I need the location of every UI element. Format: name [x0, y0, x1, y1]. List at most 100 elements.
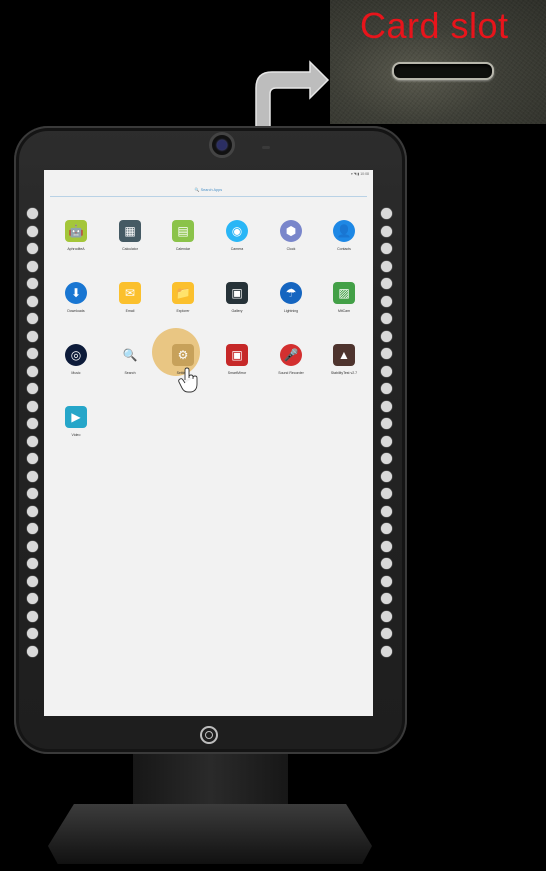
home-button[interactable]: [200, 726, 218, 744]
app-label: MtiCam: [337, 309, 351, 313]
card-slot-inset: Card slot: [330, 0, 546, 124]
app-calculator[interactable]: ▦ Calculator: [105, 220, 155, 251]
led-light: [27, 540, 38, 552]
led-strip-left: [27, 208, 38, 657]
led-light: [381, 418, 392, 429]
led-light: [381, 400, 392, 412]
led-light: [381, 453, 392, 464]
app-downloads[interactable]: ⬇ Downloads: [51, 282, 101, 313]
search-apps-bar[interactable]: 🔍 Search Apps: [50, 184, 367, 197]
app-calendar[interactable]: ▤ Calendar: [158, 220, 208, 251]
led-light: [27, 330, 38, 342]
smart-mirror-device: ▾ ◥ ▮ 10:08 🔍 Search Apps 🤖 AphroditeA ▦ Ca…: [14, 126, 407, 754]
app-smartmirror[interactable]: ▣ SmartMirror: [212, 344, 262, 375]
app-label: Sound Recorder: [278, 371, 304, 375]
app-label: StabilityTest v2.7: [330, 371, 358, 375]
app-camera[interactable]: ◉ Camera: [212, 220, 262, 251]
app-contacts[interactable]: 👤 Contacts: [319, 220, 369, 251]
app-gallery[interactable]: ▣ Gallery: [212, 282, 262, 313]
led-light: [27, 418, 38, 429]
led-light: [27, 488, 38, 499]
led-light: [381, 208, 392, 219]
led-light: [381, 505, 392, 517]
contacts-icon: 👤: [333, 220, 355, 242]
smartmirror-icon: ▣: [226, 344, 248, 366]
stand-base: [48, 804, 372, 864]
clock-icon: ⬢: [280, 220, 302, 242]
app-label: Downloads: [67, 309, 85, 313]
app-explorer[interactable]: 📁 Explorer: [158, 282, 208, 313]
mticam-icon: ▨: [333, 282, 355, 304]
card-slot-title: Card slot: [360, 5, 509, 46]
arrow-icon: [255, 60, 330, 128]
led-light: [381, 540, 392, 552]
led-light: [27, 575, 38, 587]
app-label: SmartMirror: [227, 371, 247, 375]
card-slot: [392, 62, 494, 80]
app-label: Clock: [286, 247, 296, 251]
led-light: [27, 628, 38, 639]
led-light: [27, 243, 38, 254]
led-light: [381, 313, 392, 324]
led-light: [27, 400, 38, 412]
led-light: [381, 610, 392, 622]
led-light: [27, 313, 38, 324]
led-light: [27, 505, 38, 517]
email-icon: ✉: [119, 282, 141, 304]
video-icon: ▶: [65, 406, 87, 428]
led-light: [381, 435, 392, 447]
app-sound-recorder[interactable]: 🎤 Sound Recorder: [266, 344, 316, 375]
led-light: [381, 470, 392, 482]
led-light: [381, 243, 392, 254]
sensor: [262, 146, 270, 149]
camera-icon: ◉: [226, 220, 248, 242]
led-light: [27, 523, 38, 534]
led-light: [381, 558, 392, 569]
app-label: Email: [125, 309, 135, 313]
led-light: [27, 645, 38, 657]
pointer-hand-icon: [178, 367, 198, 393]
search-icon: 🔍: [122, 348, 138, 362]
led-light: [381, 348, 392, 359]
led-light: [381, 295, 392, 307]
camera-lens-icon: [209, 132, 235, 158]
app-android[interactable]: 🤖 AphroditeA: [51, 220, 101, 251]
app-search[interactable]: 🔍 Search: [105, 344, 155, 375]
android-icon: 🤖: [65, 220, 87, 242]
app-email[interactable]: ✉ Email: [105, 282, 155, 313]
led-light: [381, 260, 392, 272]
led-light: [27, 470, 38, 482]
app-music[interactable]: ◎ Music: [51, 344, 101, 375]
led-light: [381, 488, 392, 499]
led-light: [27, 383, 38, 394]
led-light: [381, 593, 392, 604]
app-lightning[interactable]: ☂ Lightning: [266, 282, 316, 313]
settings-icon: ⚙: [172, 344, 194, 366]
app-clock[interactable]: ⬢ Clock: [266, 220, 316, 251]
app-label: Search: [124, 371, 136, 375]
led-light: [27, 435, 38, 447]
app-label: Contacts: [337, 247, 351, 251]
led-light: [381, 330, 392, 342]
stand-neck: [133, 754, 288, 812]
led-light: [27, 295, 38, 307]
calendar-icon: ▤: [172, 220, 194, 242]
app-video[interactable]: ▶ Video: [51, 406, 101, 437]
led-strip-right: [381, 208, 392, 657]
app-label: Lightning: [283, 309, 299, 313]
app-stabilitytest[interactable]: ▲ StabilityTest v2.7: [319, 344, 369, 375]
app-mticam[interactable]: ▨ MtiCam: [319, 282, 369, 313]
led-light: [27, 225, 38, 237]
led-light: [381, 575, 392, 587]
gallery-icon: ▣: [226, 282, 248, 304]
app-label: Explorer: [176, 309, 190, 313]
screen: ▾ ◥ ▮ 10:08 🔍 Search Apps 🤖 AphroditeA ▦ Ca…: [44, 170, 373, 716]
led-light: [27, 593, 38, 604]
music-icon: ◎: [65, 344, 87, 366]
status-bar: ▾ ◥ ▮ 10:08: [350, 172, 369, 176]
led-light: [381, 278, 392, 289]
stabilitytest-icon: ▲: [333, 344, 355, 366]
app-label: Camera: [230, 247, 244, 251]
led-light: [381, 383, 392, 394]
led-light: [27, 558, 38, 569]
